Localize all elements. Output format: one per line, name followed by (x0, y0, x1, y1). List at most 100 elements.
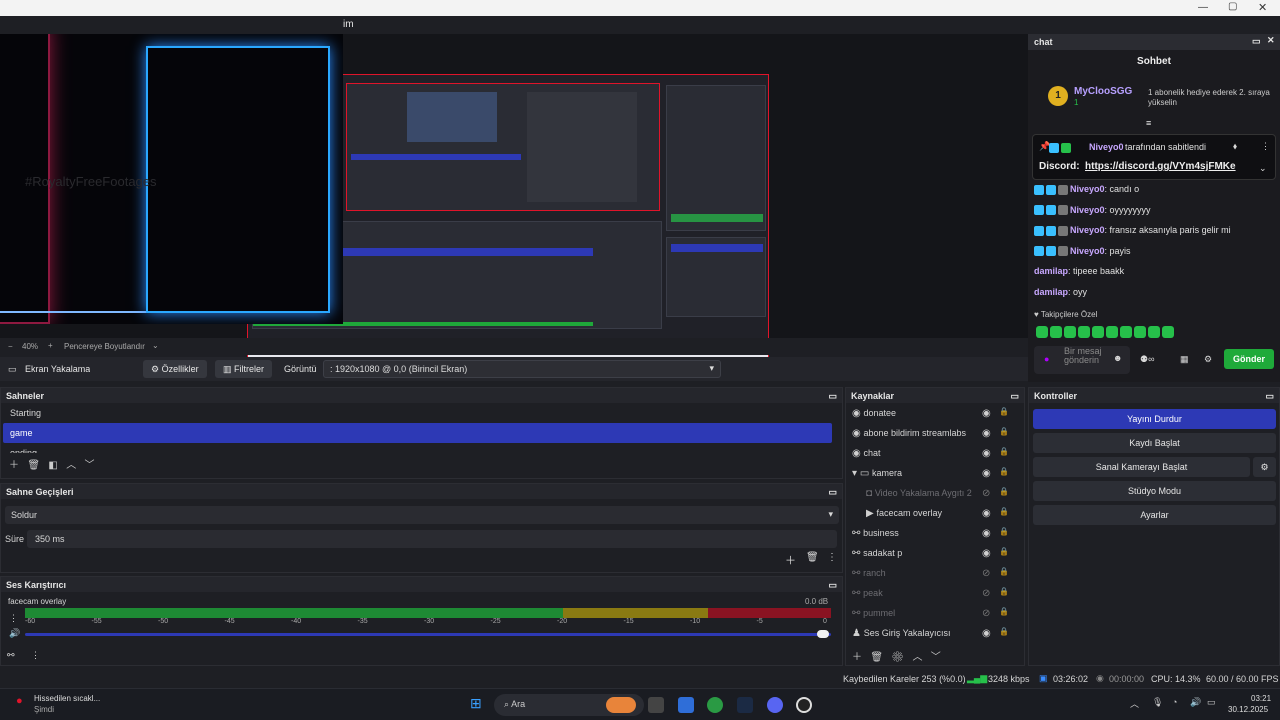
dock-menu-icon[interactable]: ▭ (828, 487, 837, 498)
volume-icon[interactable]: 🔊 (1190, 697, 1201, 708)
trash-icon[interactable]: 🗑 (870, 652, 883, 663)
add-icon[interactable]: ＋ (9, 460, 19, 471)
transition-select[interactable]: Soldur ▾ (5, 506, 839, 524)
emote-icon[interactable] (1050, 326, 1062, 338)
source-item[interactable]: ⚯ ranch ⊘ 🔒 (846, 563, 1024, 583)
more-icon[interactable]: ⋮ (1261, 141, 1270, 152)
add-icon[interactable]: ＋ (785, 552, 796, 568)
volume-slider[interactable] (25, 633, 831, 636)
emote-icon[interactable] (1120, 326, 1132, 338)
gift-icon[interactable]: ▦ (1180, 354, 1189, 365)
maximize-icon[interactable]: ▢ (1228, 1, 1237, 12)
bits-icon[interactable]: ⚉∞ (1140, 354, 1154, 365)
lock-icon[interactable]: 🔒 (999, 567, 1009, 576)
eye-off-icon[interactable]: ⊘ (982, 568, 990, 579)
mic-tray-icon[interactable]: 🎙 (1152, 697, 1163, 708)
eye-icon[interactable]: ◉ (982, 428, 991, 439)
chevron-down-icon[interactable]: ⌄ (1259, 163, 1267, 174)
tray-chevron-icon[interactable]: ︿ (1130, 697, 1139, 710)
source-item[interactable]: ⚯ pummel ⊘ 🔒 (846, 603, 1024, 623)
pinned-link[interactable]: https://discord.gg/VYm4sjFMKe (1085, 161, 1236, 172)
zoom-in-icon[interactable]: + (48, 341, 53, 350)
duration-input[interactable]: 350 ms (27, 530, 837, 548)
lock-icon[interactable]: 🔒 (999, 407, 1009, 416)
minimize-icon[interactable]: — (1198, 2, 1208, 13)
lock-icon[interactable]: 🔒 (999, 487, 1009, 496)
eye-icon[interactable]: ◉ (982, 508, 991, 519)
battery-icon[interactable]: ▭ (1207, 697, 1216, 708)
source-item[interactable]: ⚯ sadakat p ◉ 🔒 (846, 543, 1024, 563)
lock-icon[interactable]: 🔒 (999, 627, 1009, 636)
fit-mode[interactable]: Pencereye Boyutlandır (64, 342, 145, 351)
trash-icon[interactable]: 🗑 (27, 460, 40, 471)
chrome-icon[interactable] (707, 697, 723, 713)
gear-icon[interactable]: ⚙ (1204, 354, 1212, 365)
stop-stream-button[interactable]: Yayını Durdur (1033, 409, 1276, 429)
dock-menu-icon[interactable]: ▭ (828, 391, 837, 402)
chevron-down-icon[interactable]: ▾ (709, 363, 714, 374)
lock-icon[interactable]: 🔒 (999, 527, 1009, 536)
lock-icon[interactable]: 🔒 (999, 547, 1009, 556)
volume-handle[interactable] (817, 630, 829, 638)
source-item[interactable]: ◉ chat ◉ 🔒 (846, 443, 1024, 463)
source-item[interactable]: ◉ donatee ◉ 🔒 (846, 403, 1024, 423)
notification-title[interactable]: Hissedilen sıcakl... (34, 694, 100, 703)
start-record-button[interactable]: Kaydı Başlat (1033, 433, 1276, 453)
more-icon[interactable]: ⋮ (827, 552, 837, 563)
up-icon[interactable]: ︿ (912, 652, 922, 663)
emoji-icon[interactable]: ☻ (1113, 353, 1122, 363)
eye-icon[interactable]: ◉ (982, 408, 991, 419)
trash-icon[interactable]: 🗑 (806, 552, 819, 563)
emote-icon[interactable] (1134, 326, 1146, 338)
eye-off-icon[interactable]: ⊘ (982, 488, 990, 499)
lock-icon[interactable]: 🔒 (999, 607, 1009, 616)
chat-input[interactable]: ● Bir mesaj gönderin ☻ (1034, 346, 1130, 374)
steam-icon[interactable] (737, 697, 753, 713)
lock-icon[interactable]: 🔒 (999, 447, 1009, 456)
wifi-icon[interactable]: ◔ (1172, 697, 1177, 707)
windows-start-icon[interactable]: ⊞ (470, 695, 482, 712)
send-button[interactable]: Gönder (1224, 349, 1274, 369)
eye-icon[interactable]: ◉ (982, 448, 991, 459)
zoom-out-icon[interactable]: − (8, 342, 13, 351)
lock-icon[interactable]: 🔒 (999, 467, 1009, 476)
obs-icon[interactable] (796, 697, 812, 713)
eye-off-icon[interactable]: ⊘ (982, 588, 990, 599)
gear-icon[interactable]: ⚙ (891, 652, 904, 663)
eye-icon[interactable]: ◉ (982, 628, 991, 639)
collapse-icon[interactable]: ≡ (1146, 118, 1151, 128)
lock-icon[interactable]: 🔒 (999, 507, 1009, 516)
more-icon[interactable]: ⋮ (31, 650, 40, 661)
gift-user[interactable]: MyClooSGG (1074, 86, 1132, 97)
scene-item[interactable]: game (3, 423, 832, 443)
preview-area[interactable]: #RoyaltyFreeFootages (0, 34, 1028, 368)
source-item[interactable]: ▶ facecam overlay ◉ 🔒 (846, 503, 1024, 523)
source-item[interactable]: ⚯ peak ⊘ 🔒 (846, 583, 1024, 603)
chevron-down-icon[interactable]: ⌄ (152, 341, 159, 350)
explorer-icon[interactable] (678, 697, 694, 713)
dock-menu-icon[interactable]: ▭ (828, 580, 837, 591)
mic-icon[interactable]: ● (1044, 354, 1049, 364)
float-icon[interactable]: ▭ (1252, 36, 1261, 47)
link-icon[interactable]: ⚯ (7, 650, 15, 661)
emote-icon[interactable] (1148, 326, 1160, 338)
emote-icon[interactable] (1162, 326, 1174, 338)
filters-button[interactable]: ▥ Filtreler (215, 360, 273, 378)
studio-mode-button[interactable]: Stüdyo Modu (1033, 481, 1276, 501)
source-item[interactable]: ◉ abone bildirim streamlabs ◉ 🔒 (846, 423, 1024, 443)
lock-icon[interactable]: 🔒 (999, 427, 1009, 436)
chat-username[interactable]: damilap (1034, 266, 1068, 276)
properties-button[interactable]: ⚙ Özellikler (143, 360, 207, 378)
source-item[interactable]: ⚯ business ◉ 🔒 (846, 523, 1024, 543)
chat-username[interactable]: Niveyo0 (1070, 184, 1105, 194)
down-icon[interactable]: ﹀ (85, 460, 95, 471)
close-icon[interactable]: ✕ (1267, 35, 1275, 46)
source-item[interactable]: ◘ Video Yakalama Aygıtı 2 ⊘ 🔒 (846, 483, 1024, 503)
speaker-icon[interactable]: 🔊 (9, 628, 20, 639)
settings-button[interactable]: Ayarlar (1033, 505, 1276, 525)
display-select[interactable]: : 1920x1080 @ 0,0 (Birincil Ekran) ▾ (323, 360, 721, 378)
weather-icon[interactable]: ● (16, 695, 23, 707)
chevron-down-icon[interactable]: ▾ (852, 468, 860, 479)
eye-icon[interactable]: ◉ (982, 468, 991, 479)
dock-menu-icon[interactable]: ▭ (1265, 391, 1274, 402)
